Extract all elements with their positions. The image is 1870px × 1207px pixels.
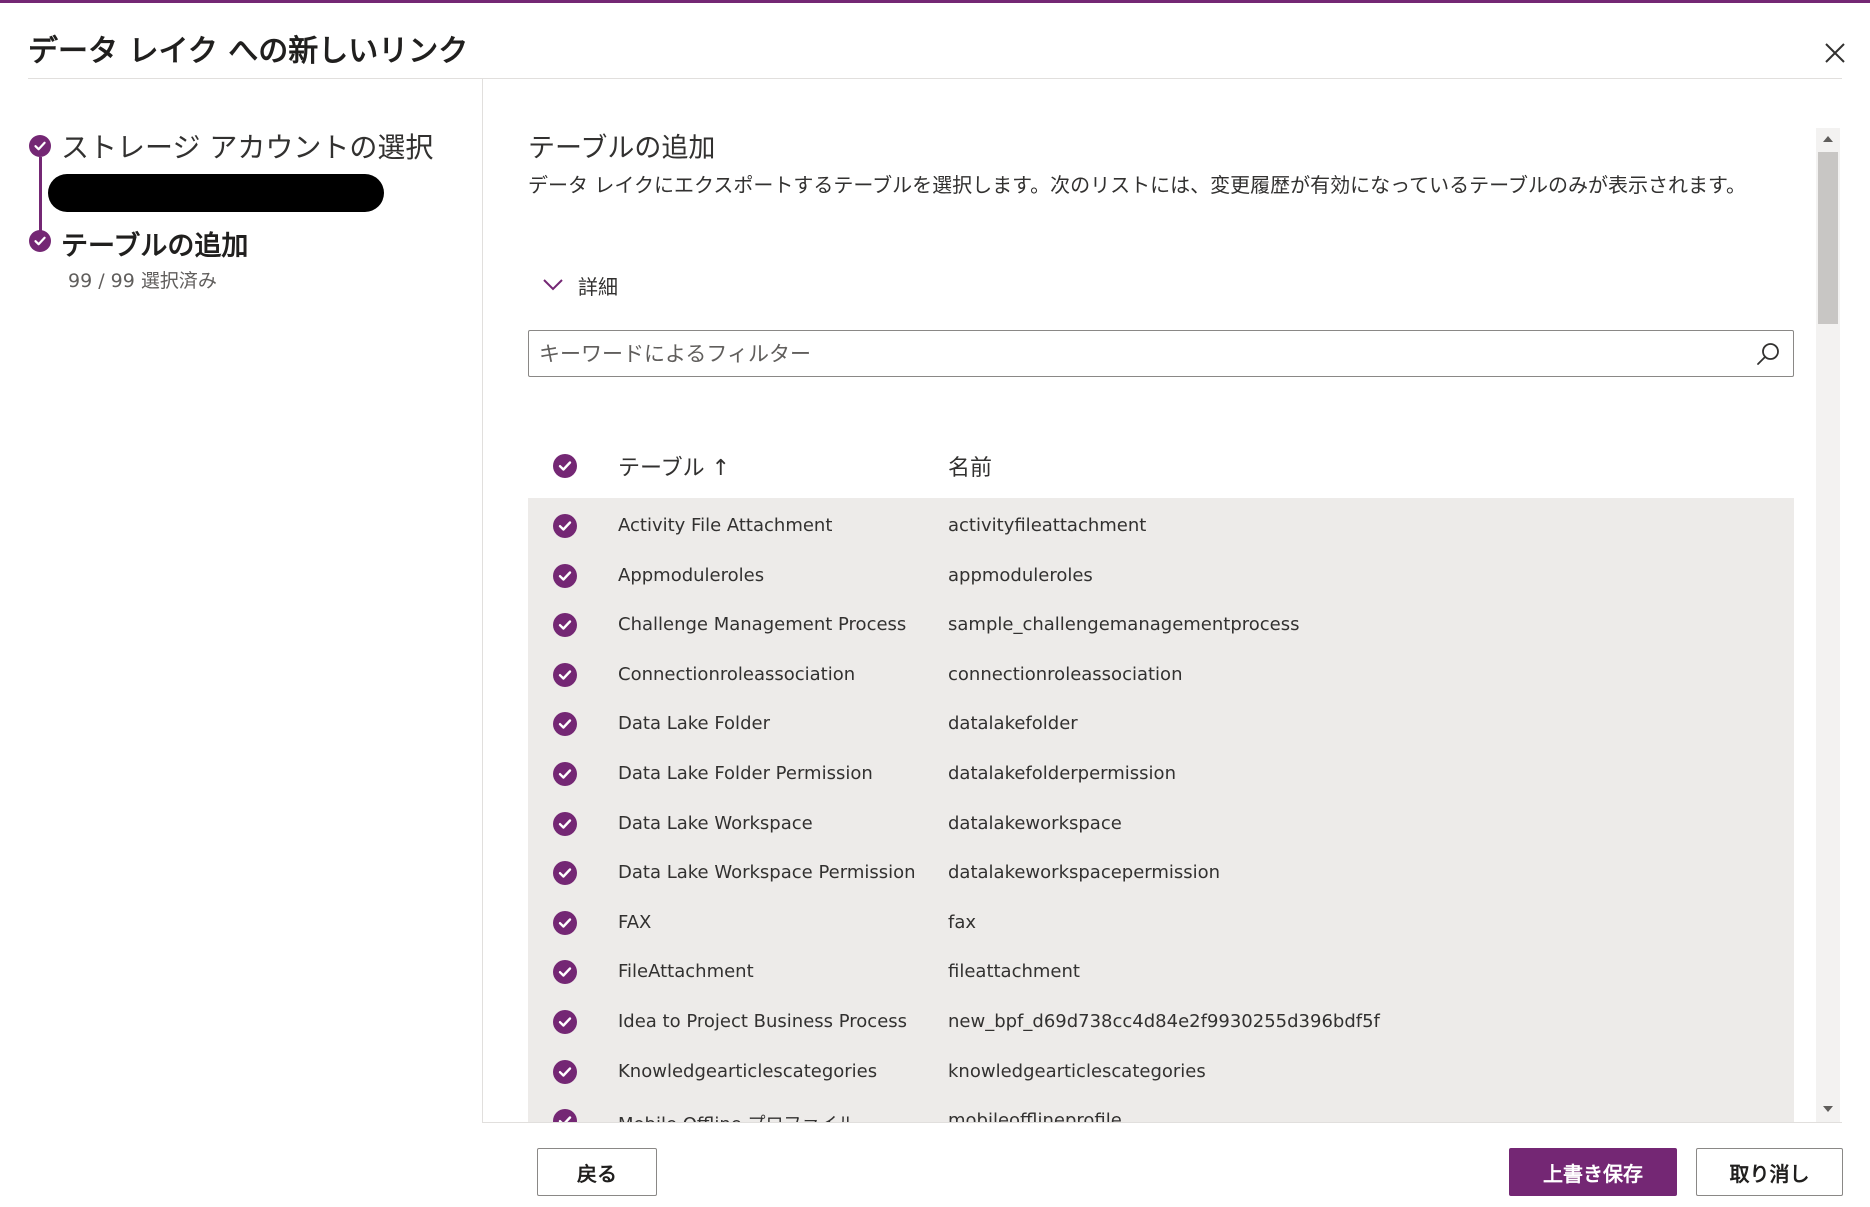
back-button[interactable]: 戻る	[537, 1148, 657, 1196]
step-add-tables[interactable]: テーブルの追加	[61, 224, 248, 263]
table-row[interactable]: Activity File Attachment activityfileatta…	[528, 502, 1794, 551]
column-header-name[interactable]: 名前	[948, 450, 992, 482]
table-row[interactable]: Idea to Project Business Process new_bpf_…	[528, 998, 1794, 1047]
stepper-divider	[482, 79, 483, 1123]
cell-table-display-name: Data Lake Folder Permission	[618, 763, 873, 784]
keyword-filter-input[interactable]	[539, 331, 1739, 376]
cell-table-display-name: Activity File Attachment	[618, 515, 833, 536]
redacted-area	[48, 174, 384, 212]
section-description: データ レイクにエクスポートするテーブルを選択します。次のリストには、変更履歴が…	[528, 173, 1746, 197]
footer-divider	[482, 1122, 1842, 1123]
cell-table-logical-name: fileattachment	[948, 961, 1080, 983]
column-header-table[interactable]: テーブル ↑	[618, 450, 730, 482]
row-checkbox-icon[interactable]	[553, 811, 577, 836]
table-row[interactable]: Connectionroleassociation connectionrolea…	[528, 651, 1794, 700]
row-checkbox-icon[interactable]	[553, 910, 577, 935]
row-checkbox-icon[interactable]	[553, 613, 577, 638]
row-checkbox-icon[interactable]	[553, 1010, 577, 1034]
table-header: テーブル ↑ 名前	[528, 440, 1794, 496]
cell-table-display-name: Idea to Project Business Process	[618, 1011, 908, 1032]
cell-table-display-name: Data Lake Folder	[618, 713, 770, 735]
table-row[interactable]: Data Lake Workspace datalakeworkspace	[528, 800, 1794, 849]
row-checkbox-icon[interactable]	[553, 662, 577, 687]
cell-table-display-name: Challenge Management Process	[618, 614, 907, 636]
scroll-thumb[interactable]	[1818, 152, 1838, 324]
table-row[interactable]: Appmoduleroles appmoduleroles	[528, 552, 1794, 601]
cell-table-logical-name: knowledgearticlescategories	[948, 1060, 1206, 1082]
table-row[interactable]: FileAttachment fileattachment	[528, 948, 1794, 997]
save-button[interactable]: 上書き保存	[1509, 1148, 1677, 1196]
title-divider	[28, 78, 1842, 79]
table-row[interactable]: Challenge Management Process sample_chall…	[528, 601, 1794, 650]
table-row[interactable]: Data Lake Folder datalakefolder	[528, 700, 1794, 749]
cell-table-logical-name: appmoduleroles	[948, 564, 1093, 586]
row-checkbox-icon[interactable]	[553, 1059, 577, 1084]
cell-table-logical-name: datalakeworkspacepermission	[948, 862, 1221, 884]
cell-table-logical-name: datalakefolderpermission	[948, 763, 1176, 784]
cell-table-display-name: FAX	[618, 911, 652, 933]
search-icon[interactable]	[1755, 341, 1781, 367]
row-checkbox-icon[interactable]	[553, 960, 577, 985]
step-selection-count: 99 / 99 選択済み	[68, 270, 217, 292]
row-checkbox-icon[interactable]	[553, 563, 577, 588]
row-checkbox-icon[interactable]	[553, 514, 577, 538]
row-checkbox-icon[interactable]	[553, 712, 577, 737]
cell-table-logical-name: sample_challengemanagementprocess	[948, 614, 1300, 636]
table-row[interactable]: Data Lake Folder Permission datalakefolde…	[528, 750, 1794, 799]
cell-table-display-name: Data Lake Workspace	[618, 812, 813, 834]
table-row[interactable]: Data Lake Workspace Permission datalakewo…	[528, 849, 1794, 898]
cell-table-logical-name: datalakefolder	[948, 713, 1078, 735]
section-title: テーブルの追加	[528, 133, 716, 164]
scroll-down-arrow-icon[interactable]	[1816, 1100, 1840, 1118]
cell-table-display-name: Knowledgearticlescategories	[618, 1060, 878, 1082]
table-body: Activity File Attachment activityfileatta…	[528, 498, 1794, 1123]
table-row[interactable]: FAX fax	[528, 899, 1794, 948]
cell-table-display-name: Appmoduleroles	[618, 564, 765, 586]
close-button[interactable]	[1818, 36, 1852, 70]
filter-field[interactable]	[528, 330, 1794, 377]
select-all-checkbox-icon[interactable]	[553, 454, 577, 478]
cell-table-logical-name: connectionroleassociation	[948, 663, 1183, 685]
cell-table-logical-name: fax	[948, 911, 977, 933]
dialog-title: データ レイク への新しいリンク	[28, 34, 469, 69]
cell-table-display-name: FileAttachment	[618, 961, 754, 983]
scroll-up-arrow-icon[interactable]	[1816, 130, 1840, 148]
step-storage-account[interactable]: ストレージ アカウントの選択	[61, 126, 433, 166]
details-expander[interactable]: 詳細	[542, 270, 618, 300]
step-complete-icon	[29, 135, 51, 157]
close-icon	[1825, 43, 1845, 63]
cell-table-display-name: Connectionroleassociation	[618, 663, 856, 685]
table-row[interactable]: Mobile Offline プロファイルmobileofflineprofil…	[528, 1097, 1794, 1123]
cell-table-logical-name: datalakeworkspace	[948, 812, 1122, 834]
cell-table-display-name: Data Lake Workspace Permission	[618, 862, 916, 884]
row-checkbox-icon[interactable]	[553, 762, 577, 786]
step-current-icon	[29, 230, 51, 252]
row-checkbox-icon[interactable]	[553, 1109, 577, 1123]
top-accent-bar	[0, 0, 1870, 3]
vertical-scrollbar[interactable]	[1816, 128, 1840, 1123]
cancel-button[interactable]: 取り消し	[1696, 1148, 1843, 1196]
cell-table-logical-name: new_bpf_d69d738cc4d84e2f9930255d396bdf5f	[948, 1011, 1380, 1032]
row-checkbox-icon[interactable]	[553, 861, 577, 886]
step-connector-line	[39, 157, 42, 241]
details-label: 詳細	[578, 274, 618, 299]
cell-table-logical-name: activityfileattachment	[948, 515, 1147, 536]
table-row[interactable]: Knowledgearticlescategories knowledgearti…	[528, 1048, 1794, 1097]
chevron-down-icon	[543, 279, 563, 291]
